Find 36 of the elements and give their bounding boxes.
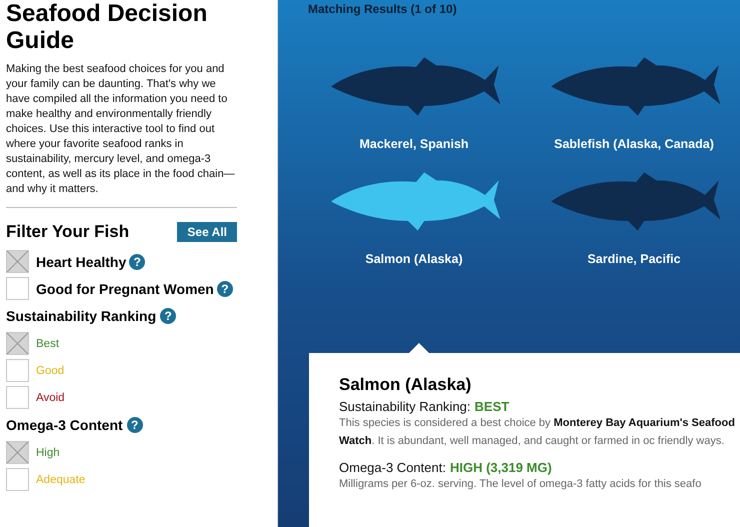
detail-description: Milligrams per 6-oz. serving. The level of omega-3 fatty acids for this seafo	[339, 477, 702, 492]
help-icon[interactable]: ?	[126, 417, 143, 433]
detail-description: This species is considered a best choice by Monterey Bay Aquarium's Seafood Watch. It is abundant, well managed, and caught or farmed in oc friendly ways.	[339, 416, 736, 449]
checkbox[interactable]	[6, 250, 29, 273]
option-label: Adequate	[36, 474, 86, 486]
option-label: Best	[36, 338, 60, 350]
page-title: Seafood Decision Guide	[6, 0, 208, 54]
group-heading: Sustainability Ranking	[6, 308, 156, 324]
option-label: High	[36, 446, 60, 458]
detail-value: HIGH (3,319 MG)	[450, 460, 552, 475]
fish-title: Salmon (Alaska)	[339, 375, 472, 395]
help-icon[interactable]: ?	[216, 280, 233, 296]
fish-name[interactable]: Sablefish (Alaska, Canada)	[554, 137, 714, 151]
filter-label: Good for Pregnant Women	[36, 280, 214, 296]
help-icon[interactable]: ?	[160, 308, 176, 324]
fish-name[interactable]: Salmon (Alaska)	[365, 252, 463, 266]
intro-paragraph: Making the best seafood choices for you and your family can be daunting. That's why we have compiled all the information you need to make healthy and environmentally friendly choices. Use this interactive tool to find out where your favorite seafood ranks in sustainability, mercury level, and omega-3 content, as well as its place in the food chain—and why it matters.	[6, 62, 236, 197]
detail-label: Sustainability Ranking:	[339, 399, 471, 414]
see-all-button[interactable]: See All	[177, 222, 237, 242]
checkbox[interactable]	[6, 277, 29, 300]
checkbox[interactable]	[6, 332, 29, 355]
filter-label: Heart Healthy	[36, 254, 126, 270]
filter-heading: Filter Your Fish	[6, 222, 130, 242]
option-label: Good	[36, 364, 64, 376]
results-heading: Matching Results (1 of 10)	[308, 1, 458, 18]
fish-name[interactable]: Mackerel, Spanish	[359, 137, 469, 151]
help-icon[interactable]: ?	[129, 254, 146, 270]
checkbox[interactable]	[6, 359, 29, 382]
checkbox[interactable]	[6, 441, 29, 464]
fish-name[interactable]: Sardine, Pacific	[587, 252, 681, 266]
group-heading: Omega-3 Content	[6, 417, 123, 433]
detail-value: BEST	[474, 399, 510, 414]
detail-label: Omega-3 Content:	[339, 460, 446, 475]
checkbox[interactable]	[6, 468, 29, 491]
checkbox[interactable]	[6, 386, 29, 409]
option-label: Avoid	[36, 392, 65, 404]
